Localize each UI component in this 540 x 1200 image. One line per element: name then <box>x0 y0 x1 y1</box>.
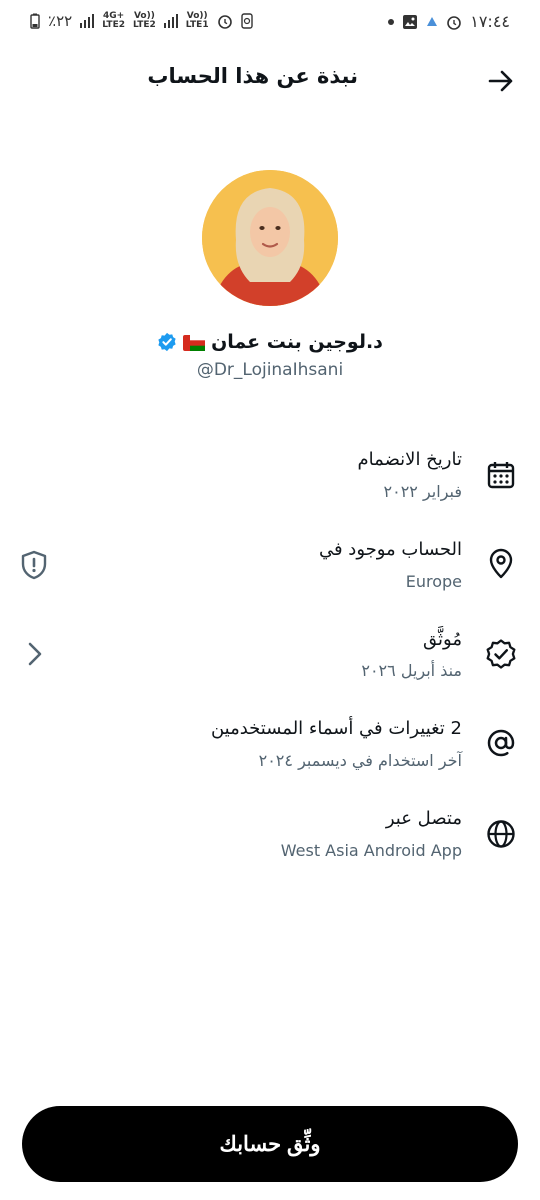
network-label: 4G+ LTE2 <box>102 11 125 30</box>
alarm-icon-2 <box>447 15 462 30</box>
at-sign-icon <box>487 729 515 757</box>
avatar-illustration <box>202 170 338 306</box>
page-title: نبذة عن هذا الحساب <box>147 64 358 88</box>
back-arrow-icon[interactable] <box>486 66 516 96</box>
profile-handle: @Dr_LojinaIhsani <box>196 360 344 380</box>
alarm-icon <box>217 15 232 29</box>
battery-icon <box>30 13 40 29</box>
volte-label-2: Vo)) LTE1 <box>185 11 209 30</box>
chevron-icon[interactable] <box>18 638 50 670</box>
calendar-icon <box>487 462 515 489</box>
row-subtitle-connected-via: West Asia Android App <box>280 841 462 860</box>
verified-badge-icon <box>158 332 176 352</box>
recycle-icon <box>240 13 253 29</box>
gallery-icon <box>403 14 418 29</box>
dot-indicator <box>388 18 395 25</box>
status-left: ٪٢٢ 4G+ LTE2 Vo)) LTE2 Vo)) LTE1 <box>30 12 253 30</box>
row-title-location: الحساب موجود في <box>318 539 462 560</box>
profile-name-row: د.لوجين بنت عمان <box>0 331 540 353</box>
verified-outline-icon <box>486 639 516 669</box>
row-title-connected-via: متصل عبر <box>385 808 462 829</box>
oman-flag-icon <box>183 334 206 351</box>
row-subtitle-join-date: فبراير ٢٠٢٢ <box>383 482 463 501</box>
status-bar: ٪٢٢ 4G+ LTE2 Vo)) LTE2 Vo)) LTE1 ١٧:٤٤ <box>0 0 540 44</box>
row-subtitle-username-changes: آخر استخدام في ديسمبر ٢٠٢٤ <box>258 751 462 770</box>
row-title-username-changes: 2 تغييرات في أسماء المستخدمين <box>210 718 462 739</box>
shield-alert-icon[interactable] <box>18 549 50 581</box>
row-subtitle-verified: منذ أبريل ٢٠٢٦ <box>361 661 462 680</box>
row-title-verified: مُوثَّق <box>423 629 462 650</box>
location-pin-icon <box>489 548 513 579</box>
battery-percent: ٪٢٢ <box>48 12 73 30</box>
row-title-join-date: تاريخ الانضمام <box>357 449 462 470</box>
volte-label: Vo)) LTE2 <box>132 11 156 30</box>
avatar[interactable] <box>202 170 338 306</box>
row-subtitle-location: Europe <box>405 572 462 591</box>
clock: ١٧:٤٤ <box>470 12 510 31</box>
profile-name: د.لوجين بنت عمان <box>211 331 383 353</box>
verify-account-button[interactable]: وثِّق حسابك <box>22 1106 518 1182</box>
signal-bars-icon <box>80 14 95 28</box>
signal-bars-icon-2 <box>163 14 178 28</box>
globe-icon <box>487 820 515 848</box>
status-right: ١٧:٤٤ <box>388 12 510 31</box>
drive-icon <box>427 16 438 26</box>
